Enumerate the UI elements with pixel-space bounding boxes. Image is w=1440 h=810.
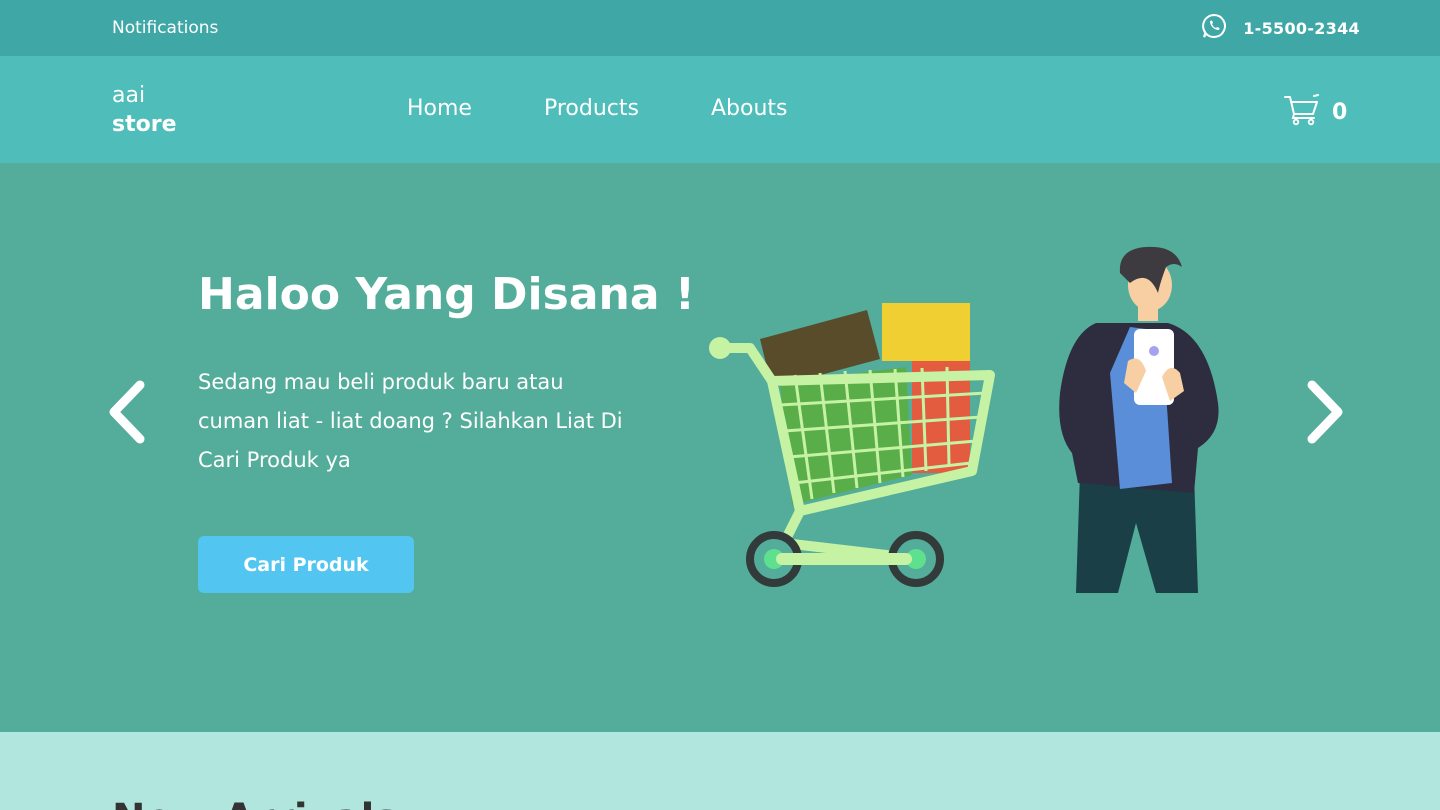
store-logo[interactable]: aai store xyxy=(112,81,177,139)
hero-description: Sedang mau beli produk baru atau cuman l… xyxy=(198,370,623,472)
carousel-prev-button[interactable] xyxy=(102,377,150,447)
carousel-next-button[interactable] xyxy=(1302,377,1350,447)
nav-abouts-link[interactable]: Abouts xyxy=(711,96,788,121)
top-bar: Notifications 1-5500-2344 xyxy=(0,0,1440,56)
shopping-illustration xyxy=(709,246,1219,593)
cart-icon xyxy=(1284,94,1320,130)
cari-produk-button[interactable]: Cari Produk xyxy=(198,536,414,593)
hero-carousel: Haloo Yang Disana ! Sedang mau beli prod… xyxy=(0,163,1440,732)
main-menu: Home Products Abouts xyxy=(407,96,787,121)
nav-products-link[interactable]: Products xyxy=(544,96,639,121)
cart-count: 0 xyxy=(1332,99,1348,125)
logo-line-1: aai xyxy=(112,83,146,108)
hero-title: Haloo Yang Disana ! xyxy=(198,269,695,320)
notifications-link[interactable]: Notifications xyxy=(112,18,218,38)
main-navbar: aai store Home Products Abouts 0 xyxy=(0,56,1440,163)
chevron-left-icon xyxy=(109,380,145,444)
section-title: New Arrivals xyxy=(112,796,398,810)
nav-home-link[interactable]: Home xyxy=(407,96,472,121)
logo-line-2: store xyxy=(112,112,177,137)
phone-contact[interactable]: 1-5500-2344 xyxy=(1201,13,1360,43)
chevron-right-icon xyxy=(1307,380,1343,444)
new-arrivals-section: New Arrivals xyxy=(0,732,1440,810)
whatsapp-icon xyxy=(1201,13,1227,43)
phone-number: 1-5500-2344 xyxy=(1243,18,1360,38)
cart-button[interactable]: 0 xyxy=(1284,94,1347,130)
